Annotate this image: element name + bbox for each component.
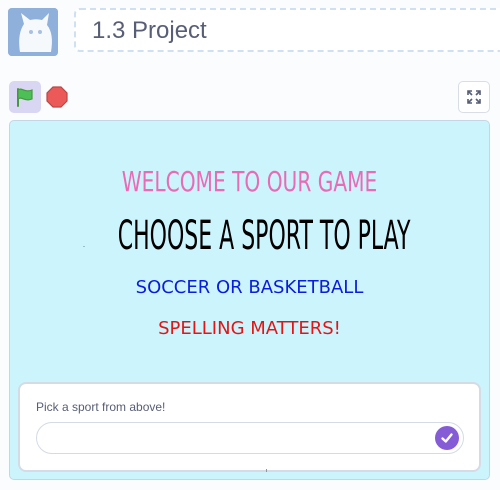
check-icon xyxy=(441,433,453,443)
stage-dot xyxy=(83,246,85,247)
submit-answer-button[interactable] xyxy=(435,426,459,450)
stop-button[interactable] xyxy=(44,84,70,110)
green-flag-button[interactable] xyxy=(9,81,41,113)
spelling-warning-text: SPELLING MATTERS! xyxy=(158,318,341,339)
sport-options-text: SOCCER OR BASKETBALL xyxy=(135,277,364,298)
choose-sport-text: CHOOSE A SPORT TO PLAY xyxy=(117,213,411,259)
project-title-field[interactable]: 1.3 Project xyxy=(74,8,500,52)
project-player: 1.3 Project WELCOME TO OUR GAME CHOOSE A… xyxy=(0,0,500,490)
green-flag-icon xyxy=(17,88,33,107)
project-title: 1.3 Project xyxy=(92,17,207,44)
stop-sign-icon xyxy=(46,86,68,108)
project-thumbnail[interactable] xyxy=(8,8,58,56)
welcome-text: WELCOME TO OUR GAME xyxy=(121,165,378,198)
stage-tick-mark xyxy=(266,469,267,472)
fullscreen-button[interactable] xyxy=(458,81,490,113)
fullscreen-icon xyxy=(467,90,481,104)
scratch-cat-icon xyxy=(8,8,58,56)
ask-question: Pick a sport from above! xyxy=(36,400,166,414)
answer-input[interactable] xyxy=(36,422,464,454)
ask-prompt: Pick a sport from above! xyxy=(18,382,481,472)
